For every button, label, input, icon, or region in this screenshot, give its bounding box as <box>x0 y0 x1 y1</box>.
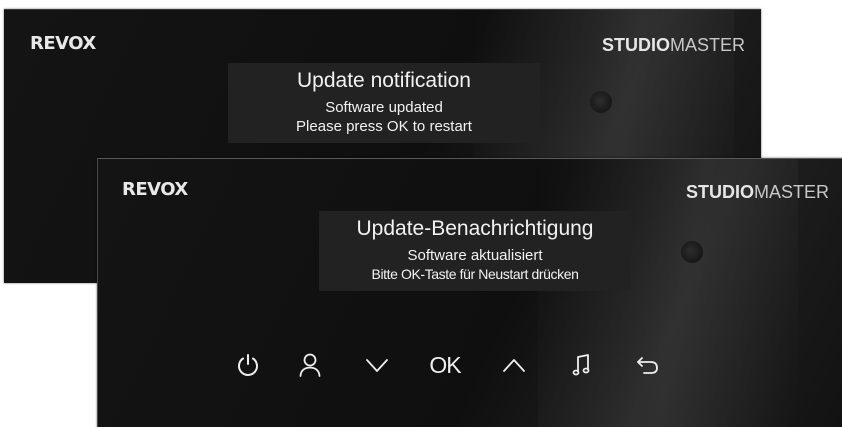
notification-title: Update notification <box>297 69 471 92</box>
notification-line-1: Software updated <box>325 99 443 116</box>
notification-line-2: Bitte OK-Taste für Neustart drücken <box>371 266 579 282</box>
music-button[interactable] <box>562 345 602 385</box>
revox-logo: REVOX <box>122 179 188 200</box>
chevron-down-icon <box>366 359 388 372</box>
brand-master: MASTER <box>753 182 829 202</box>
studiomaster-brand: STUDIOMASTER <box>602 35 745 56</box>
up-button[interactable] <box>494 345 534 385</box>
music-note-icon <box>572 354 590 376</box>
back-arrow-icon <box>637 357 658 374</box>
notification-line-1: Software aktualisiert <box>407 247 543 264</box>
user-icon <box>299 353 321 377</box>
chevron-up-icon <box>503 359 525 372</box>
notification-line-2: Please press OK to restart <box>296 118 472 135</box>
brand-studio: STUDIO <box>601 35 670 55</box>
down-button[interactable] <box>357 345 397 385</box>
proximity-sensor <box>681 241 703 263</box>
control-panel-german: REVOX STUDIOMASTER Update-Benachrichtigu… <box>97 158 842 427</box>
ok-label: OK <box>429 351 461 378</box>
power-icon <box>238 354 258 376</box>
update-notification-box: Update notification Software updated Ple… <box>228 63 540 143</box>
screenshot-stage: REVOX STUDIOMASTER Update notification S… <box>0 0 842 427</box>
proximity-sensor <box>590 91 612 113</box>
back-button[interactable] <box>628 345 668 385</box>
notification-title: Update-Benachrichtigung <box>356 217 594 240</box>
ok-button[interactable]: OK <box>425 345 465 385</box>
user-button[interactable] <box>290 345 330 385</box>
update-notification-box: Update-Benachrichtigung Software aktuali… <box>319 211 631 291</box>
brand-master: MASTER <box>669 35 745 55</box>
brand-studio: STUDIO <box>685 182 754 202</box>
touch-controls: OK <box>228 345 728 385</box>
revox-logo: REVOX <box>30 33 96 54</box>
power-button[interactable] <box>228 345 268 385</box>
studiomaster-brand: STUDIOMASTER <box>686 182 829 203</box>
